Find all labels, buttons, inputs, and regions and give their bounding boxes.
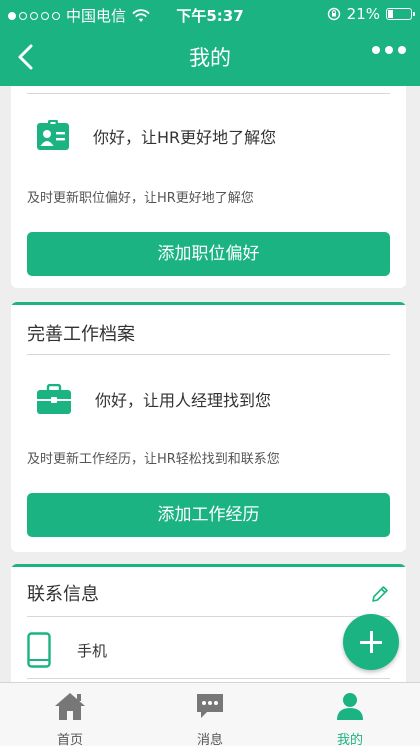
tab-messages-label: 消息 — [196, 733, 223, 746]
tab-home[interactable]: 首页 — [0, 683, 140, 746]
preference-hello-row: 你好，让HR更好地了解您 — [37, 120, 276, 152]
battery-percent: 21% — [346, 5, 380, 23]
person-icon — [337, 693, 363, 720]
battery-icon — [386, 8, 415, 20]
work-hello: 你好，让用人经理找到您 — [37, 384, 271, 414]
tab-bar: 首页 消息 我的 — [0, 682, 420, 746]
card-divider — [27, 93, 390, 94]
card-divider — [27, 354, 390, 355]
message-icon — [197, 694, 223, 718]
nav-bar: 我的 — [0, 28, 420, 86]
tab-me[interactable]: 我的 — [280, 683, 420, 746]
preference-card: 你好，让HR更好地了解您 及时更新职位偏好，让HR更好地了解您 添加职位偏好 — [11, 86, 406, 288]
status-right: 21% — [327, 5, 415, 23]
status-bar: 中国电信 下午5:37 21% — [0, 0, 420, 28]
work-card-title: 完善工作档案 — [27, 324, 135, 345]
preference-hello-text: 你好，让HR更好地了解您 — [93, 128, 277, 147]
page-title: 我的 — [189, 46, 231, 70]
tab-home-label: 首页 — [56, 733, 83, 746]
phone-row[interactable]: 手机 — [27, 632, 107, 668]
mobile-phone-icon — [27, 632, 51, 668]
edit-pencil-icon[interactable] — [370, 584, 390, 604]
add-job-preference-button[interactable]: 添加职位偏好 — [27, 232, 390, 276]
rotation-lock-icon — [327, 7, 340, 21]
tab-messages[interactable]: 消息 — [140, 683, 280, 746]
more-icon[interactable] — [372, 46, 406, 54]
card-divider — [27, 616, 390, 617]
add-work-experience-button[interactable]: 添加工作经历 — [27, 493, 390, 537]
preference-desc: 及时更新职位偏好，让HR更好地了解您 — [27, 191, 254, 206]
contact-card-title: 联系信息 — [27, 584, 99, 605]
tab-me-label: 我的 — [336, 733, 363, 746]
home-icon — [55, 693, 85, 720]
phone-label: 手机 — [77, 641, 108, 660]
work-profile-card: 完善工作档案 你好，让用人经理找到您 及时更新工作经历，让HR轻松找到和联系您 … — [11, 302, 406, 552]
work-desc: 及时更新工作经历，让HR轻松找到和联系您 — [27, 452, 280, 467]
add-fab-button[interactable] — [343, 614, 399, 670]
id-card-icon — [37, 120, 69, 150]
work-hello-text: 你好，让用人经理找到您 — [95, 391, 272, 410]
card-divider — [27, 678, 390, 679]
briefcase-icon — [37, 384, 71, 414]
